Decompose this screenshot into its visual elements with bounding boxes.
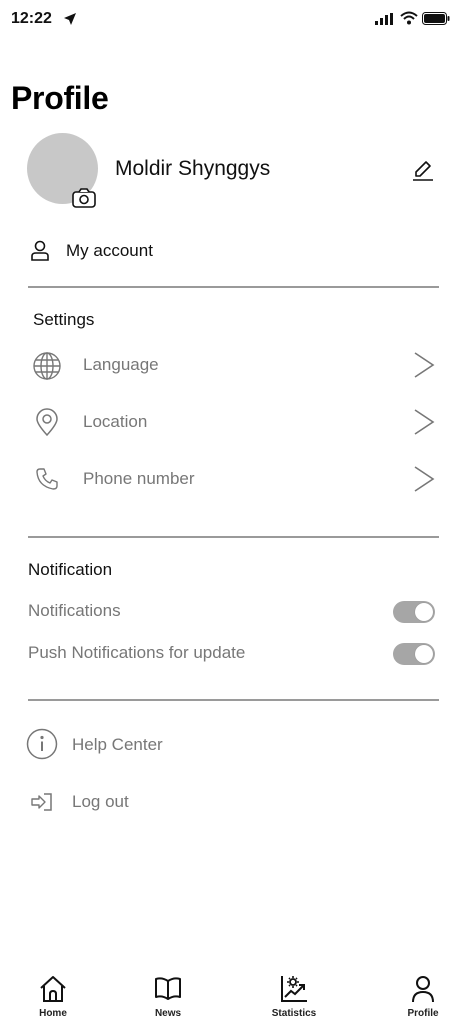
notifications-row: Notifications — [28, 598, 436, 624]
tab-home-label: Home — [39, 1008, 67, 1019]
battery-icon — [422, 12, 450, 25]
help-center-label: Help Center — [72, 735, 163, 754]
page-title: Profile — [11, 80, 109, 116]
info-icon — [26, 728, 58, 760]
divider — [28, 286, 439, 288]
tab-news[interactable]: News — [128, 974, 208, 1020]
book-icon — [153, 976, 183, 1002]
tab-statistics[interactable]: Statistics — [254, 974, 334, 1020]
settings-item-label: Language — [83, 355, 159, 374]
phone-icon — [35, 467, 59, 491]
my-account-row[interactable]: My account — [28, 237, 438, 267]
push-notifications-toggle[interactable] — [393, 643, 435, 665]
push-notifications-label: Push Notifications for update — [28, 643, 246, 662]
wifi-icon — [400, 11, 418, 25]
person-icon — [28, 239, 52, 263]
statistics-icon — [279, 974, 309, 1004]
status-time: 12:22 — [11, 10, 52, 27]
tab-news-label: News — [154, 1008, 182, 1019]
camera-icon[interactable] — [71, 187, 97, 209]
settings-item-label: Location — [83, 412, 148, 431]
globe-icon — [32, 351, 62, 381]
edit-profile-button[interactable] — [410, 158, 436, 184]
chevron-right-icon — [412, 407, 436, 437]
chevron-right-icon — [412, 464, 436, 494]
divider — [28, 699, 439, 701]
settings-item-language[interactable]: Language — [30, 348, 440, 382]
help-center-row[interactable]: Help Center — [26, 728, 326, 762]
person-icon — [410, 974, 436, 1004]
chevron-right-icon — [412, 350, 436, 380]
notifications-label: Notifications — [28, 601, 121, 620]
user-name: Moldir Shynggys — [115, 157, 271, 180]
notifications-toggle[interactable] — [393, 601, 435, 623]
tab-profile[interactable]: Profile — [383, 974, 457, 1020]
pencil-icon — [410, 158, 436, 184]
tab-statistics-label: Statistics — [271, 1008, 317, 1019]
notification-title: Notification — [28, 560, 113, 579]
signal-icon — [375, 13, 395, 25]
my-account-label: My account — [66, 241, 153, 260]
settings-item-location[interactable]: Location — [30, 405, 440, 439]
home-icon — [38, 974, 68, 1004]
log-out-label: Log out — [72, 792, 129, 811]
location-arrow-icon — [63, 12, 77, 26]
settings-title: Settings — [33, 310, 95, 329]
log-out-row[interactable]: Log out — [28, 787, 328, 817]
divider — [28, 536, 439, 538]
log-out-icon — [30, 791, 54, 813]
tab-home[interactable]: Home — [13, 974, 93, 1020]
tab-profile-label: Profile — [407, 1008, 439, 1019]
push-notifications-row: Push Notifications for update — [28, 640, 436, 666]
settings-item-phone-number[interactable]: Phone number — [30, 462, 440, 496]
map-pin-icon — [35, 408, 59, 438]
settings-item-label: Phone number — [83, 469, 195, 488]
